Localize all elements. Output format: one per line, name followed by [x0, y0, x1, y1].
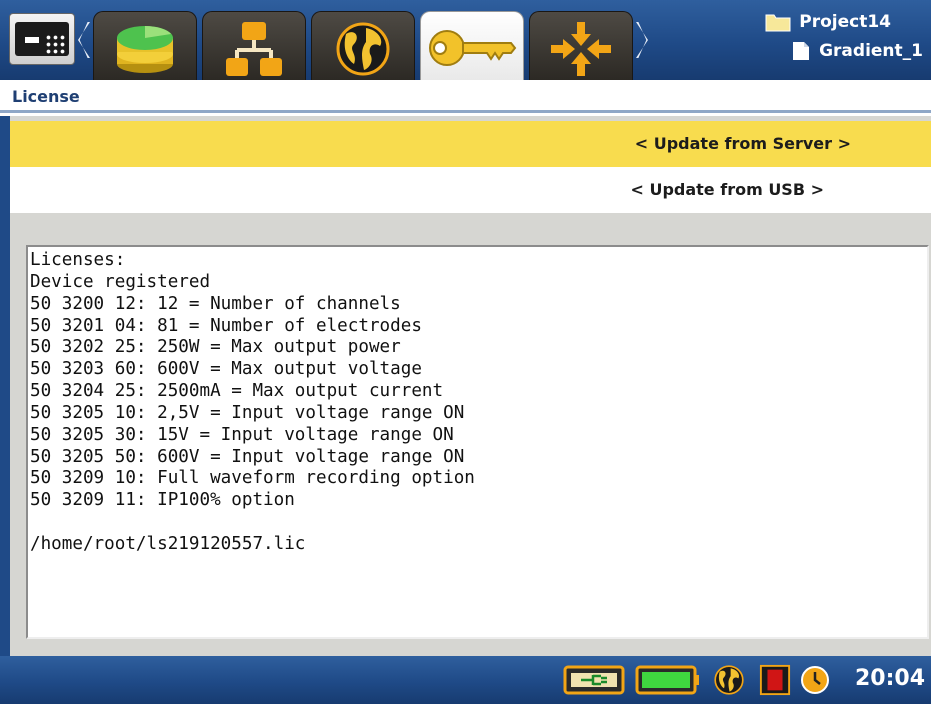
tab-license[interactable] — [420, 11, 524, 80]
tab-database[interactable] — [93, 11, 197, 80]
arrows-in-icon — [551, 22, 611, 76]
update-from-usb-button[interactable]: < Update from USB > — [10, 167, 931, 213]
license-text-area[interactable]: Licenses: Device registered 50 3200 12: … — [26, 245, 929, 639]
page-title-bar: License — [0, 80, 931, 113]
main-menu-button[interactable] — [9, 13, 75, 65]
page-title: License — [12, 87, 80, 106]
network-icon — [226, 22, 282, 76]
update-from-usb-label: < Update from USB > — [630, 180, 824, 199]
project-info: Project14 Gradient_1 — [743, 10, 923, 70]
record-indicator-icon — [759, 664, 791, 696]
clock-icon — [801, 666, 829, 694]
menu-icon — [15, 22, 69, 56]
globe-icon — [714, 665, 744, 695]
scroll-right-icon[interactable] — [636, 22, 648, 58]
scroll-left-icon[interactable] — [78, 22, 90, 58]
battery-icon — [635, 665, 699, 695]
tab-network[interactable] — [202, 11, 306, 80]
tab-position[interactable] — [529, 11, 633, 80]
folder-icon — [765, 14, 791, 32]
update-from-server-label: < Update from Server > — [634, 134, 851, 153]
license-text: Licenses: Device registered 50 3200 12: … — [30, 250, 475, 554]
update-from-server-button[interactable]: < Update from Server > — [10, 121, 931, 167]
status-bar: 20:04 — [0, 656, 931, 704]
top-toolbar: Project14 Gradient_1 — [0, 0, 931, 80]
tab-globe[interactable] — [311, 11, 415, 80]
file-row[interactable]: Gradient_1 — [791, 40, 923, 62]
database-icon — [117, 26, 173, 73]
power-plug-icon[interactable] — [563, 664, 625, 696]
project-name: Project14 — [799, 12, 891, 32]
license-panel: < Update from Server > < Update from USB… — [0, 116, 931, 656]
key-icon — [429, 30, 517, 66]
globe-icon — [336, 22, 390, 76]
document-icon — [793, 42, 810, 60]
project-row[interactable]: Project14 — [765, 12, 891, 32]
file-name: Gradient_1 — [819, 41, 923, 61]
clock-time: 20:04 — [854, 666, 925, 691]
